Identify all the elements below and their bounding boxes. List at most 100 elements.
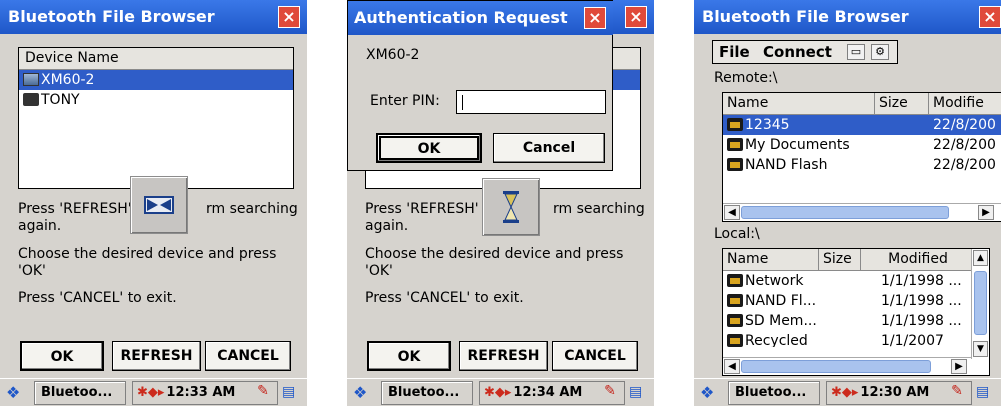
exit-hint: Press 'CANCEL' to exit. [18, 290, 177, 306]
remote-path-label: Remote:\ [714, 70, 778, 86]
local-horizontal-scrollbar[interactable]: ◀ ▶ [723, 357, 971, 375]
cancel-button[interactable]: CANCEL [205, 341, 291, 371]
column-size[interactable]: Size [819, 249, 861, 270]
table-row[interactable]: Network 1/1/1998 ... [723, 271, 989, 291]
table-row[interactable]: My Documents 22/8/200 [723, 135, 1001, 155]
local-list-header: Name Size Modified [723, 249, 989, 271]
table-row[interactable]: NAND Fl... 1/1/1998 ... [723, 291, 989, 311]
table-row[interactable]: Recycled 1/1/2007 [723, 331, 989, 347]
windows-start-icon[interactable]: ❖ [700, 383, 722, 403]
list-item[interactable]: XM60-2 [19, 70, 293, 90]
table-row[interactable]: 12345 22/8/200 [723, 115, 1001, 135]
clock[interactable]: 12:33 AM [166, 385, 235, 400]
refresh-hint: Press 'REFRESH' rm searching [365, 201, 645, 217]
refresh-hint: Press 'REFRESH' rm searching [18, 201, 298, 217]
close-button[interactable]: × [979, 6, 1001, 28]
folder-icon [727, 294, 743, 307]
scroll-thumb[interactable] [974, 271, 987, 335]
refresh-hint-cont: again. [18, 218, 62, 234]
authentication-dialog: Authentication Request × XM60-2 Enter PI… [347, 0, 613, 171]
folder-icon [727, 314, 743, 327]
ok-button[interactable]: OK [367, 341, 451, 371]
column-name[interactable]: Name [723, 93, 875, 114]
menu-bar: File Connect ▭ ⚙ [712, 40, 898, 64]
busy-icon [130, 176, 188, 234]
remote-horizontal-scrollbar[interactable]: ◀ ▶ [723, 203, 1001, 221]
list-header-device-name[interactable]: Device Name [19, 48, 293, 70]
device-name: XM60-2 [366, 47, 420, 63]
taskbar-task-button[interactable]: Bluetoo... [34, 381, 126, 405]
input-panel-icon[interactable]: ✎ [600, 382, 620, 400]
folder-icon [727, 138, 743, 151]
windows-start-icon[interactable]: ❖ [6, 383, 28, 403]
exit-hint: Press 'CANCEL' to exit. [365, 290, 524, 306]
bluetooth-network-tray-icon[interactable]: ✱◆▸ [831, 385, 858, 400]
remote-file-list[interactable]: Name Size Modifie 12345 22/8/200 My Docum… [722, 92, 1001, 222]
scroll-left-icon[interactable]: ◀ [724, 205, 740, 220]
windows-start-icon[interactable]: ❖ [353, 383, 375, 403]
taskbar-task-button[interactable]: Bluetoo... [728, 381, 820, 405]
column-modified[interactable]: Modifie [929, 93, 1001, 114]
folder-icon [727, 274, 743, 287]
folder-up-icon[interactable]: ▭ [847, 44, 865, 60]
scroll-thumb[interactable] [741, 360, 931, 373]
scroll-up-icon[interactable]: ▲ [973, 250, 988, 266]
computer-icon [23, 93, 39, 106]
local-vertical-scrollbar[interactable]: ▲ ▼ [971, 249, 989, 359]
bluetooth-network-tray-icon[interactable]: ✱◆▸ [484, 385, 511, 400]
list-item[interactable]: TONY [19, 90, 293, 110]
taskbar: ❖ Bluetoo... ✱◆▸ 12:30 AM ✎ ▤ [694, 378, 1001, 406]
show-desktop-icon[interactable]: ▤ [629, 382, 649, 402]
column-modified[interactable]: Modified [861, 249, 971, 270]
close-button[interactable]: × [625, 6, 647, 28]
bluetooth-connect-icon[interactable]: ⚙ [871, 44, 889, 60]
device-list[interactable]: Device Name XM60-2 TONY [18, 47, 294, 189]
menu-connect[interactable]: Connect [763, 41, 832, 63]
clock[interactable]: 12:30 AM [860, 385, 929, 400]
cancel-button[interactable]: CANCEL [552, 341, 638, 371]
scroll-left-icon[interactable]: ◀ [724, 359, 740, 374]
screen-file-browser: Bluetooth File Browser × File Connect ▭ … [694, 0, 1001, 406]
taskbar: ❖ Bluetoo... ✱◆▸ 12:34 AM ✎ ▤ [347, 378, 654, 406]
column-size[interactable]: Size [875, 93, 929, 114]
scroll-thumb[interactable] [741, 206, 949, 219]
screen-device-list: Bluetooth File Browser × Device Name XM6… [0, 0, 307, 406]
choose-hint: Choose the desired device and press 'OK' [365, 246, 624, 279]
show-desktop-icon[interactable]: ▤ [282, 382, 302, 402]
table-row[interactable]: NAND Flash 22/8/200 [723, 155, 1001, 175]
refresh-hint-cont: again. [365, 218, 409, 234]
menu-file[interactable]: File [719, 41, 750, 63]
choose-hint: Choose the desired device and press 'OK' [18, 246, 277, 279]
local-path-label: Local:\ [714, 226, 760, 242]
scroll-right-icon[interactable]: ▶ [951, 359, 967, 374]
dialog-close-button[interactable]: × [584, 7, 606, 29]
device-name: TONY [41, 92, 80, 108]
bluetooth-network-tray-icon[interactable]: ✱◆▸ [137, 385, 164, 400]
dialog-title: Authentication Request [348, 1, 613, 35]
clock[interactable]: 12:34 AM [513, 385, 582, 400]
ok-button[interactable]: OK [20, 341, 104, 371]
show-desktop-icon[interactable]: ▤ [976, 382, 996, 402]
scroll-down-icon[interactable]: ▼ [973, 341, 988, 357]
device-icon [23, 73, 39, 86]
scroll-right-icon[interactable]: ▶ [978, 205, 994, 220]
taskbar-task-button[interactable]: Bluetoo... [381, 381, 473, 405]
dialog-ok-button[interactable]: OK [376, 133, 482, 163]
close-button[interactable]: × [278, 6, 300, 28]
table-row[interactable]: SD Mem... 1/1/1998 ... [723, 311, 989, 331]
folder-icon [727, 158, 743, 171]
local-file-list[interactable]: Name Size Modified Network 1/1/1998 ... N… [722, 248, 990, 376]
hourglass-icon [482, 178, 540, 236]
dialog-cancel-button[interactable]: Cancel [493, 133, 605, 163]
pin-input[interactable] [456, 90, 606, 114]
input-panel-icon[interactable]: ✎ [947, 382, 967, 400]
window-title: Bluetooth File Browser [694, 0, 1001, 34]
refresh-button[interactable]: REFRESH [459, 341, 548, 371]
screen-authentication: × Press 'REFRESH' rm searching again. Cho… [347, 0, 654, 406]
refresh-button[interactable]: REFRESH [112, 341, 201, 371]
column-name[interactable]: Name [723, 249, 819, 270]
window-title: Bluetooth File Browser [0, 0, 307, 34]
folder-icon [727, 334, 743, 347]
taskbar: ❖ Bluetoo... ✱◆▸ 12:33 AM ✎ ▤ [0, 378, 307, 406]
input-panel-icon[interactable]: ✎ [253, 382, 273, 400]
